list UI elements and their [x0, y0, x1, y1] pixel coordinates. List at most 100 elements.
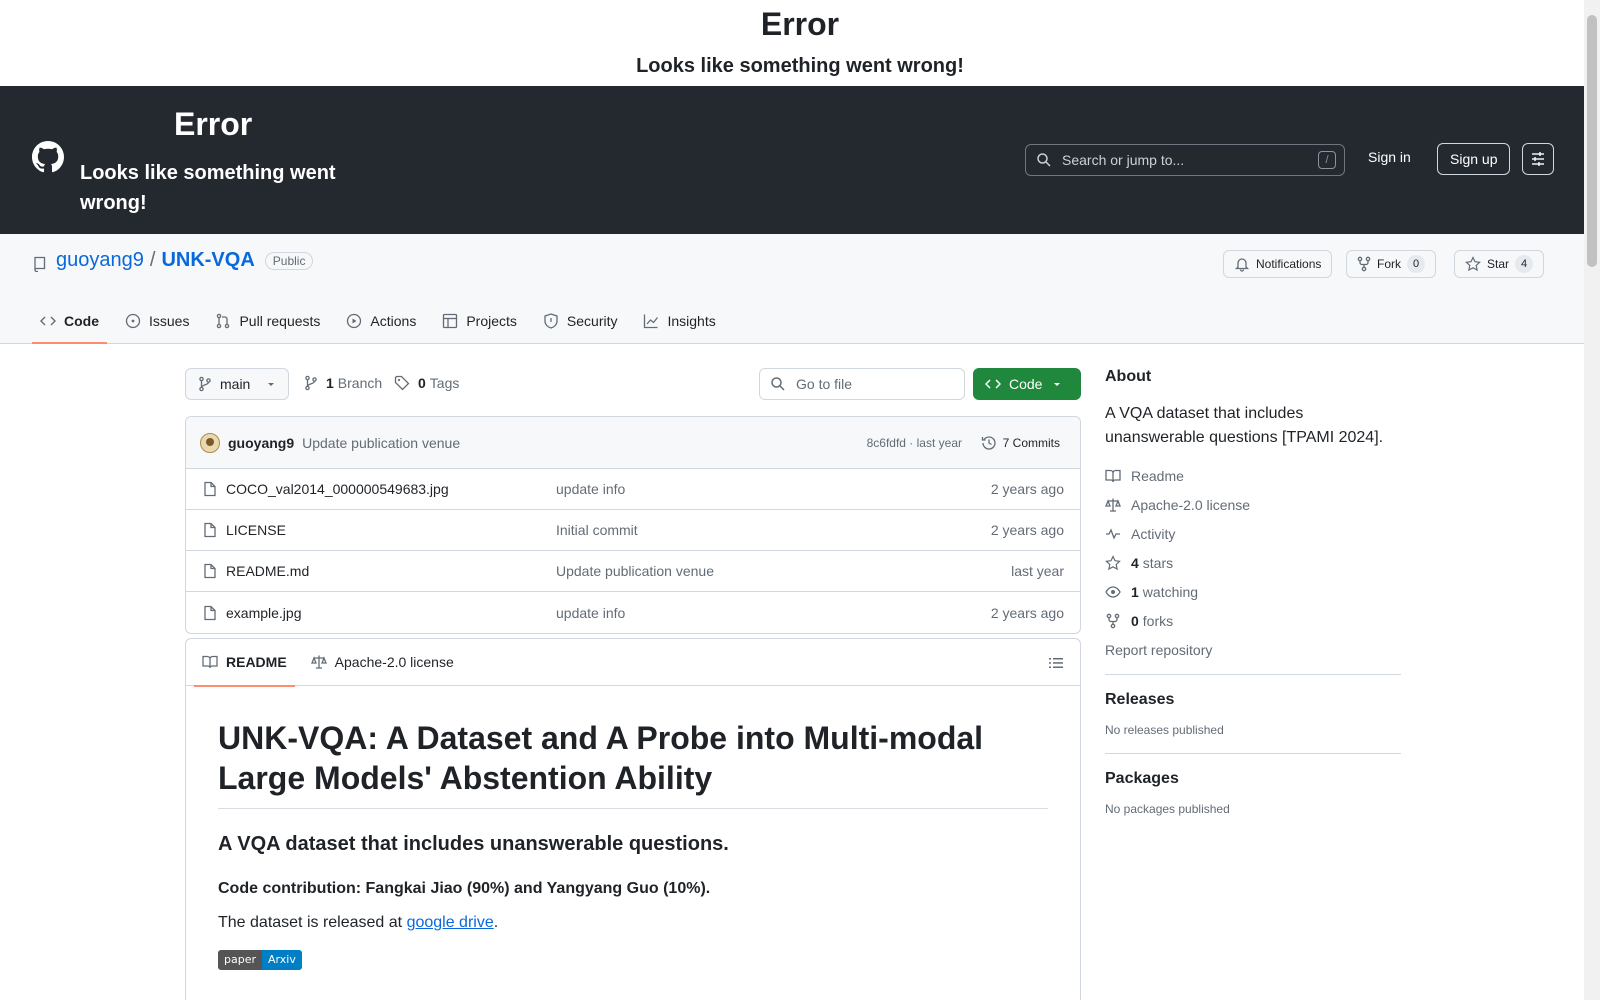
repo-tabs: Code Issues Pull requests Actions Projec…: [32, 298, 734, 344]
tab-projects[interactable]: Projects: [434, 298, 525, 344]
chevron-down-icon: [266, 379, 276, 389]
readme-heading: UNK-VQA: A Dataset and A Probe into Mult…: [218, 718, 1048, 809]
about-description: A VQA dataset that includes unanswerable…: [1105, 405, 1384, 446]
table-row[interactable]: README.md Update publication venue last …: [186, 551, 1080, 592]
sign-in-link[interactable]: Sign in: [1368, 149, 1411, 165]
sign-up-button[interactable]: Sign up: [1437, 143, 1511, 175]
page-scrollbar[interactable]: [1584, 0, 1600, 1000]
repo-icon: [32, 256, 48, 272]
list-unordered-icon[interactable]: [1048, 655, 1064, 671]
star-count: 4: [1515, 255, 1534, 273]
packages-title[interactable]: Packages: [1105, 770, 1401, 788]
commits-history-link[interactable]: 7 Commits: [981, 435, 1060, 451]
error-banner: Error Looks like something went wrong!: [0, 0, 1600, 86]
readme-content: UNK-VQA: A Dataset and A Probe into Mult…: [186, 686, 1080, 970]
star-label: Star: [1487, 257, 1510, 271]
tab-label: Code: [64, 313, 99, 329]
table-row[interactable]: example.jpg update info 2 years ago: [186, 592, 1080, 633]
branch-select-button[interactable]: main: [185, 368, 289, 400]
tab-label: Issues: [149, 313, 190, 329]
readme-tab-label: README: [226, 654, 287, 670]
releases-text: No releases published: [1105, 723, 1224, 737]
tab-label: Actions: [370, 313, 417, 329]
tab-license[interactable]: Apache-2.0 license: [303, 639, 462, 686]
file-name-link[interactable]: example.jpg: [226, 605, 556, 621]
fork-icon: [1357, 256, 1377, 272]
code-dropdown-button[interactable]: Code: [973, 368, 1081, 400]
scrollbar-thumb[interactable]: [1587, 15, 1597, 267]
tab-actions[interactable]: Actions: [338, 298, 424, 344]
tab-readme[interactable]: README: [194, 639, 295, 687]
search-shortcut-key: /: [1318, 151, 1336, 169]
readme-link-label: Readme: [1131, 468, 1184, 484]
avatar[interactable]: [200, 432, 220, 453]
watching-link[interactable]: 1 watching: [1105, 584, 1401, 600]
forks-label: forks: [1142, 613, 1174, 629]
repo-header: guoyang9 / UNK-VQA Public Notifications …: [0, 234, 1584, 344]
github-logo-icon[interactable]: [32, 141, 64, 173]
tab-label: Security: [566, 313, 618, 329]
search-placeholder: Search or jump to...: [1062, 152, 1185, 168]
code-icon: [985, 376, 1001, 392]
tab-label: Insights: [667, 313, 716, 329]
file-icon: [202, 605, 218, 621]
badge-left: paper: [218, 950, 262, 970]
file-commit-message[interactable]: Initial commit: [556, 522, 638, 538]
go-to-file-input[interactable]: Go to file: [759, 368, 965, 400]
search-icon: [1036, 152, 1052, 168]
tags-link[interactable]: 0 Tags: [394, 375, 459, 391]
stars-link[interactable]: 4 stars: [1105, 555, 1401, 571]
tab-issues[interactable]: Issues: [117, 298, 197, 344]
book-icon: [202, 654, 226, 670]
branch-count: 1: [326, 375, 334, 391]
repo-owner-link[interactable]: guoyang9: [56, 249, 144, 272]
tag-count: 0: [418, 375, 426, 391]
fork-icon: [1105, 613, 1131, 629]
activity-link[interactable]: Activity: [1105, 526, 1401, 542]
go-to-file-placeholder: Go to file: [796, 376, 853, 392]
commit-message-link[interactable]: Update publication venue: [302, 435, 460, 451]
table-row[interactable]: COCO_val2014_000000549683.jpg update inf…: [186, 469, 1080, 510]
law-icon: [1105, 497, 1131, 513]
file-commit-message[interactable]: update info: [556, 481, 625, 497]
sliders-icon: [1530, 151, 1546, 167]
path-separator: /: [149, 249, 156, 271]
settings-menu-button[interactable]: [1522, 143, 1554, 175]
branch-name: main: [220, 376, 251, 392]
star-icon: [1465, 256, 1487, 272]
file-commit-message[interactable]: Update publication venue: [556, 563, 714, 579]
global-search-input[interactable]: Search or jump to... /: [1025, 144, 1345, 176]
stars-count: 4: [1131, 555, 1139, 571]
tab-insights[interactable]: Insights: [635, 298, 723, 344]
notifications-button[interactable]: Notifications: [1223, 250, 1333, 278]
search-icon: [770, 376, 786, 392]
error-title: Error: [760, 6, 840, 42]
readme-link[interactable]: Readme: [1105, 468, 1401, 484]
tab-code[interactable]: Code: [32, 298, 107, 344]
table-row[interactable]: LICENSE Initial commit 2 years ago: [186, 510, 1080, 551]
forks-link[interactable]: 0 forks: [1105, 613, 1401, 629]
report-repository-link[interactable]: Report repository: [1105, 642, 1401, 658]
commit-sha-time[interactable]: 8c6fdfd · last year: [867, 436, 962, 450]
paper-arxiv-badge[interactable]: paper Arxiv: [218, 950, 302, 970]
book-icon: [1105, 468, 1131, 484]
branches-link[interactable]: 1 Branch: [304, 375, 382, 391]
file-name-link[interactable]: README.md: [226, 563, 556, 579]
repo-name-link[interactable]: UNK-VQA: [161, 249, 254, 272]
file-commit-message[interactable]: update info: [556, 605, 625, 621]
releases-title[interactable]: Releases: [1105, 691, 1401, 709]
file-name-link[interactable]: LICENSE: [226, 522, 556, 538]
file-name-link[interactable]: COCO_val2014_000000549683.jpg: [226, 481, 556, 497]
tab-security[interactable]: Security: [535, 298, 626, 344]
tab-label: Projects: [466, 313, 517, 329]
branch-icon: [304, 375, 318, 391]
fork-button[interactable]: Fork 0: [1346, 250, 1437, 278]
commit-author-link[interactable]: guoyang9: [228, 435, 294, 451]
tab-pull-requests[interactable]: Pull requests: [207, 298, 328, 344]
license-link[interactable]: Apache-2.0 license: [1105, 497, 1401, 513]
commits-label: 7 Commits: [1002, 435, 1060, 450]
file-icon: [202, 522, 218, 538]
google-drive-link[interactable]: google drive: [407, 914, 494, 931]
notifications-label: Notifications: [1256, 257, 1322, 271]
star-button[interactable]: Star 4: [1454, 250, 1545, 278]
